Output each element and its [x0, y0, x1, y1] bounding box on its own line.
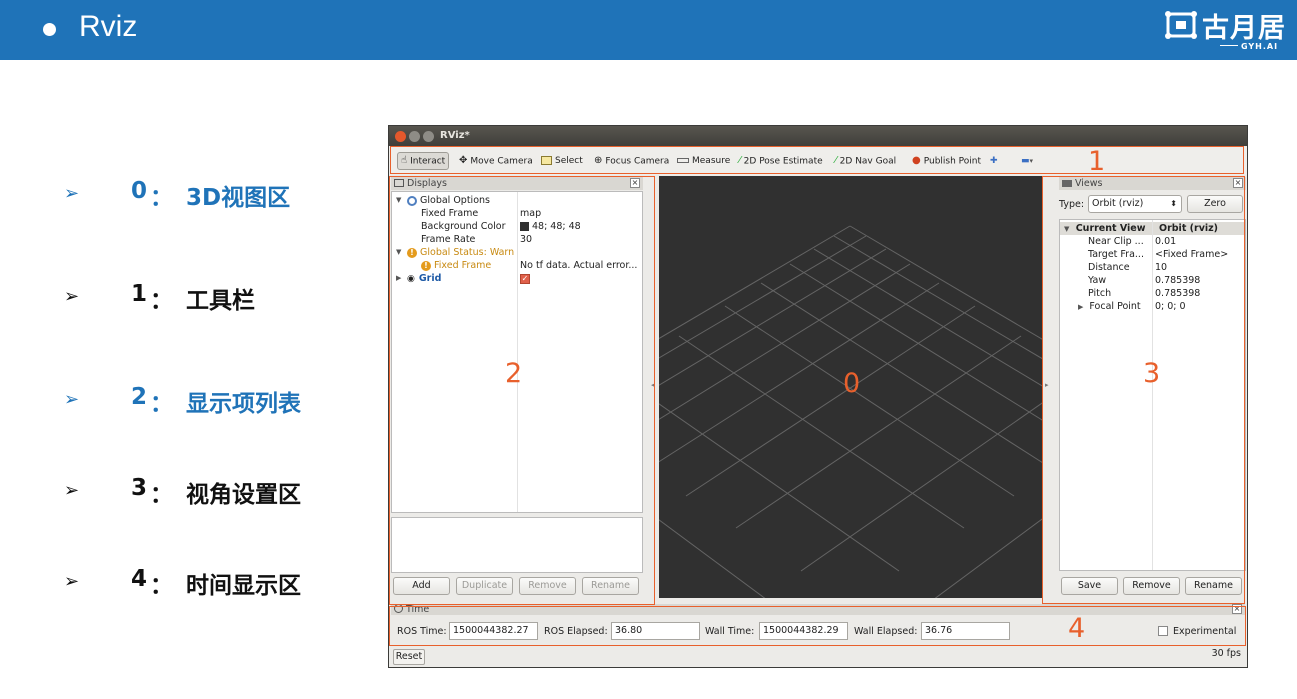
- legend-label: 显示项列表: [186, 391, 301, 417]
- annotation-box-views: [1042, 176, 1245, 604]
- legend-number: 1: [131, 281, 148, 307]
- annotation-box-displays: [389, 176, 655, 605]
- legend-label: 3D视图区: [186, 185, 291, 211]
- annotation-number-0: 0: [843, 368, 861, 399]
- legend-number: 2: [131, 384, 148, 410]
- window-titlebar[interactable]: RViz*: [389, 126, 1247, 146]
- legend-separator: ：: [150, 391, 173, 417]
- slide-header: Rviz 古月居 GYH.AI: [0, 0, 1297, 60]
- brand-text: 古月居: [1202, 13, 1286, 44]
- legend-separator: ：: [150, 482, 173, 508]
- legend-item-4: ➢ 4 ： 时间显示区: [64, 566, 364, 602]
- annotation-number-1: 1: [1088, 146, 1106, 177]
- reset-button[interactable]: Reset: [393, 649, 425, 665]
- minimize-window-button[interactable]: [409, 131, 420, 142]
- maximize-window-button[interactable]: [423, 131, 434, 142]
- annotation-number-3: 3: [1143, 358, 1161, 389]
- legend-item-0: ➢ 0 ： 3D视图区: [64, 178, 364, 214]
- close-window-button[interactable]: [395, 131, 406, 142]
- legend-number: 0: [131, 178, 148, 204]
- arrow-bullet-icon: ➢: [64, 286, 80, 307]
- legend-item-3: ➢ 3 ： 视角设置区: [64, 475, 364, 511]
- slide: Rviz 古月居 GYH.AI ➢ 0 ： 3D视图区 ➢ 1 ： 工具栏 ➢: [0, 0, 1297, 699]
- annotation-box-time: [389, 606, 1246, 646]
- window-title: RViz*: [440, 130, 470, 141]
- legend-separator: ：: [150, 573, 173, 599]
- brand-sub: GYH.AI: [1220, 42, 1278, 51]
- fps-readout: 30 fps: [1211, 648, 1241, 659]
- legend-item-1: ➢ 1 ： 工具栏: [64, 281, 364, 317]
- legend-label: 时间显示区: [186, 573, 301, 599]
- title-bullet-icon: [43, 23, 56, 36]
- annotation-box-toolbar: [390, 146, 1244, 174]
- legend-item-2: ➢ 2 ： 显示项列表: [64, 384, 364, 420]
- legend-separator: ：: [150, 288, 173, 314]
- arrow-bullet-icon: ➢: [64, 183, 80, 204]
- annotation-number-2: 2: [505, 358, 523, 389]
- legend-number: 3: [131, 475, 148, 501]
- legend-label: 工具栏: [186, 288, 255, 314]
- legend-separator: ：: [150, 185, 173, 211]
- brand-logo: 古月居 GYH.AI: [1162, 2, 1297, 58]
- arrow-bullet-icon: ➢: [64, 389, 80, 410]
- arrow-bullet-icon: ➢: [64, 480, 80, 501]
- slide-title: Rviz: [79, 10, 138, 43]
- arrow-bullet-icon: ➢: [64, 571, 80, 592]
- legend-number: 4: [131, 566, 148, 592]
- legend-label: 视角设置区: [186, 482, 301, 508]
- annotation-number-4: 4: [1068, 613, 1086, 644]
- brand-mark-icon: [1165, 11, 1197, 39]
